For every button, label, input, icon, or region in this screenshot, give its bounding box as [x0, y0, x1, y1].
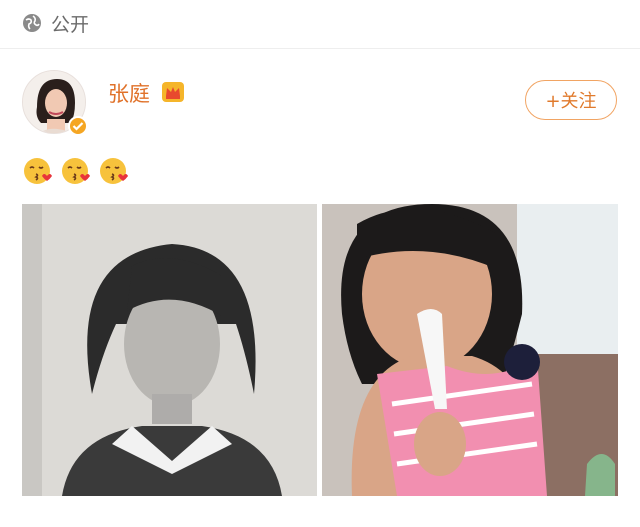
- post-image-1[interactable]: [22, 204, 317, 496]
- author-name[interactable]: 张庭: [108, 78, 150, 108]
- globe-icon: [23, 14, 41, 32]
- bw-portrait-image: [22, 204, 317, 496]
- kiss-emoji-icon: [62, 158, 90, 184]
- kiss-emoji-icon: [100, 158, 128, 184]
- post-image-2[interactable]: [322, 204, 618, 496]
- visibility-bar: 公开: [0, 0, 640, 46]
- verified-icon: [68, 116, 88, 136]
- follow-button[interactable]: +关注: [525, 80, 617, 120]
- divider: [0, 48, 640, 49]
- post-body-emojis: [22, 156, 130, 186]
- kiss-emoji-icon: [24, 158, 52, 184]
- avatar[interactable]: [22, 70, 88, 136]
- visibility-label: 公开: [51, 13, 90, 36]
- crown-icon: [162, 82, 184, 102]
- girl-eating-icecream-image: [322, 204, 618, 496]
